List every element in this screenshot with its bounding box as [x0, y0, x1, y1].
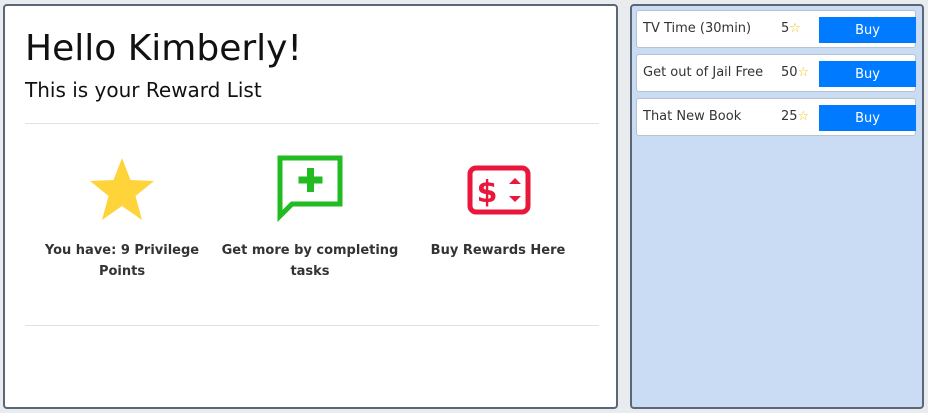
buy-button[interactable]: Buy	[819, 17, 916, 43]
reward-cost: 25☆	[781, 109, 809, 124]
page-subtitle: This is your Reward List	[25, 78, 262, 102]
svg-text:$: $	[477, 175, 498, 210]
buy-label: Buy Rewards Here	[430, 243, 566, 258]
buy-button[interactable]: Buy	[819, 61, 916, 87]
earn-label: Get more by completing tasks	[221, 243, 399, 279]
reward-cost-value: 25	[781, 109, 798, 124]
divider-top	[25, 123, 599, 124]
earn-feature: Get more by completing tasks	[215, 154, 405, 282]
reward-item: That New Book 25☆ Buy	[636, 98, 916, 136]
money-exchange-icon: $	[462, 154, 534, 226]
divider-bottom	[25, 325, 599, 326]
reward-cost: 5☆	[781, 21, 801, 36]
buy-button[interactable]: Buy	[819, 105, 916, 131]
reward-name: That New Book	[643, 109, 742, 124]
reward-list-panel: Hello Kimberly! This is your Reward List…	[3, 4, 618, 409]
star-icon: ☆	[797, 65, 810, 80]
star-icon: ☆	[797, 109, 810, 124]
buy-feature: $ Buy Rewards Here	[403, 154, 593, 261]
reward-cost: 50☆	[781, 65, 809, 80]
points-feature: You have: 9 Privilege Points	[27, 154, 217, 282]
reward-cost-value: 50	[781, 65, 798, 80]
add-comment-icon	[274, 154, 346, 226]
star-icon: ☆	[789, 21, 801, 36]
reward-name: Get out of Jail Free	[643, 65, 764, 80]
points-label: You have: 9 Privilege Points	[44, 243, 200, 279]
reward-item: TV Time (30min) 5☆ Buy	[636, 10, 916, 48]
reward-name: TV Time (30min)	[643, 21, 752, 36]
rewards-sidebar: TV Time (30min) 5☆ Buy Get out of Jail F…	[630, 4, 924, 409]
greeting-heading: Hello Kimberly!	[25, 28, 302, 69]
star-icon	[86, 154, 158, 226]
reward-item: Get out of Jail Free 50☆ Buy	[636, 54, 916, 92]
